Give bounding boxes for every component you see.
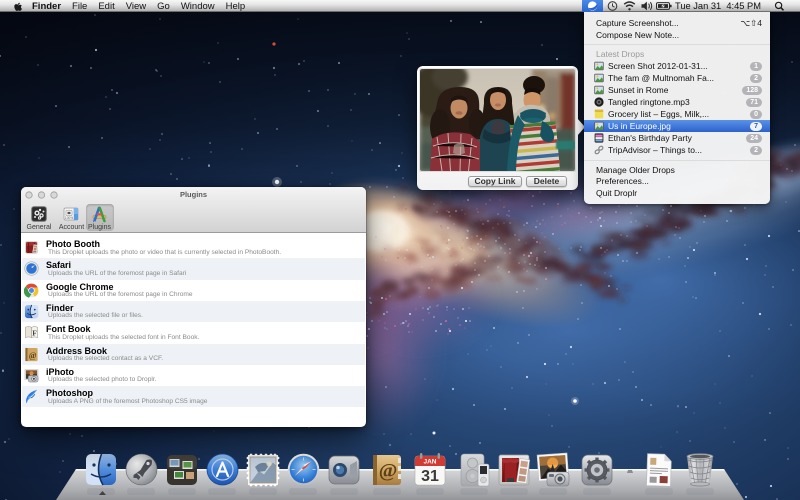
svg-text:31: 31 (421, 468, 439, 485)
svg-text:@: @ (29, 349, 37, 359)
svg-text:F: F (32, 329, 37, 338)
svg-text:JAN: JAN (423, 459, 436, 466)
svg-text:@: @ (379, 460, 398, 482)
svg-text:100%: 100% (65, 216, 73, 220)
